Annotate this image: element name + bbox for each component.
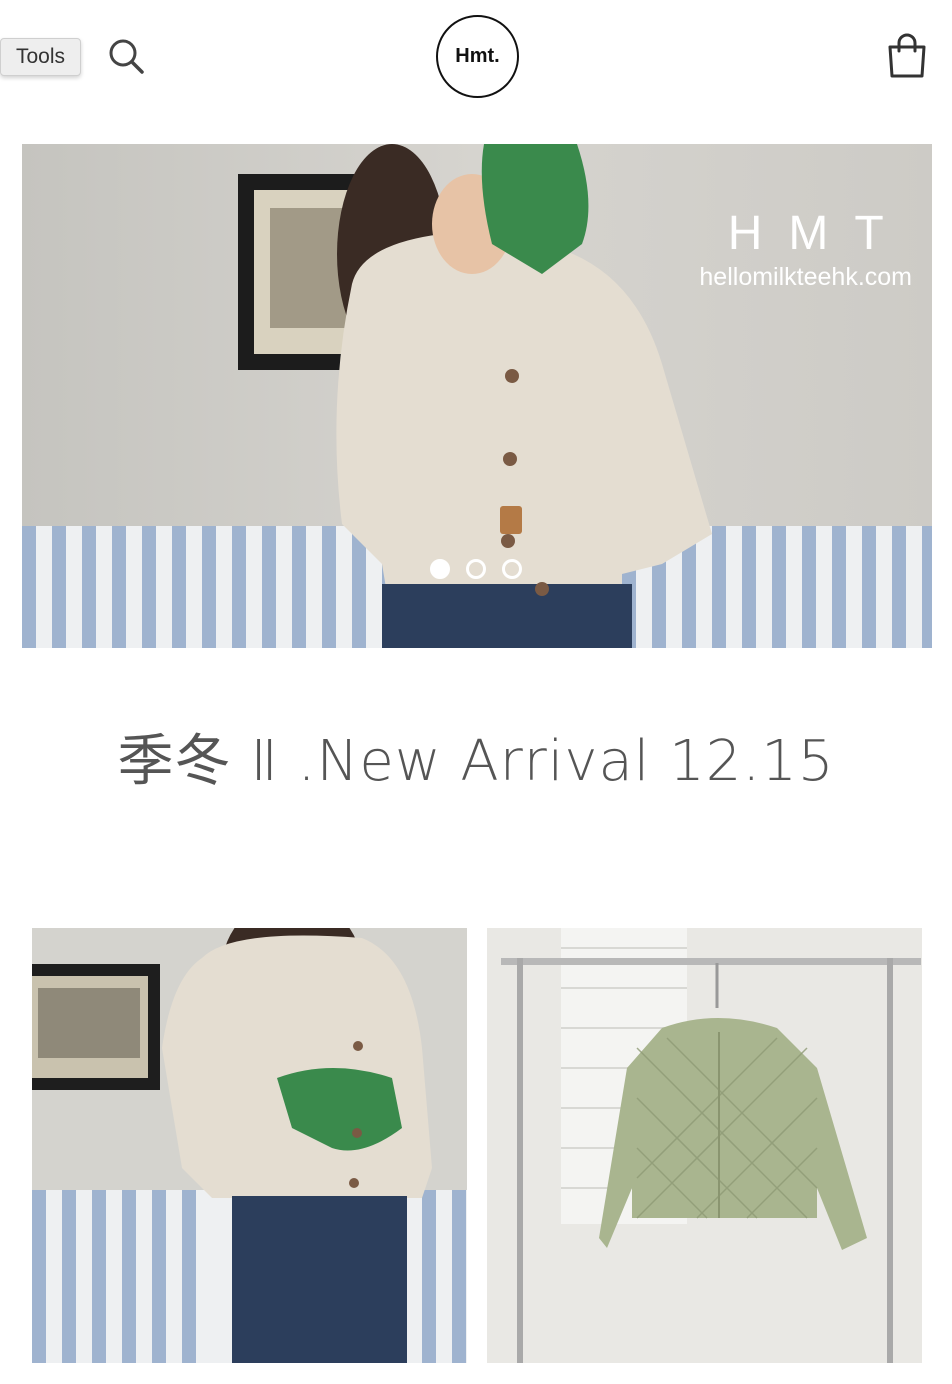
search-icon[interactable] xyxy=(106,36,146,76)
watermark-brand: HMT xyxy=(727,207,910,260)
tools-button[interactable]: Tools xyxy=(0,38,81,76)
slider-dot-1[interactable] xyxy=(430,559,450,579)
hero-slider[interactable]: HMT hellomilkteehk.com xyxy=(22,144,932,648)
slider-dots xyxy=(430,559,522,579)
site-header: Tools Hmt. xyxy=(0,0,952,112)
product-card-fleece-hoodie[interactable] xyxy=(32,928,467,1363)
product-image xyxy=(487,928,922,1363)
section-title: 季冬 Ⅱ .New Arrival 12.15 xyxy=(117,729,835,794)
product-card-quilted-jacket[interactable] xyxy=(487,928,922,1363)
shopping-bag-icon[interactable] xyxy=(886,33,928,79)
watermark-site: hellomilkteehk.com xyxy=(699,263,912,291)
page: Tools Hmt. HMT hellomilkteehk.com 季冬 Ⅱ .… xyxy=(0,0,952,1384)
slider-dot-2[interactable] xyxy=(466,559,486,579)
hero-watermark: HMT hellomilkteehk.com xyxy=(699,206,912,292)
slider-dot-3[interactable] xyxy=(502,559,522,579)
site-logo[interactable]: Hmt. xyxy=(436,15,519,98)
product-image xyxy=(32,928,467,1363)
logo-text: Hmt. xyxy=(455,45,500,67)
